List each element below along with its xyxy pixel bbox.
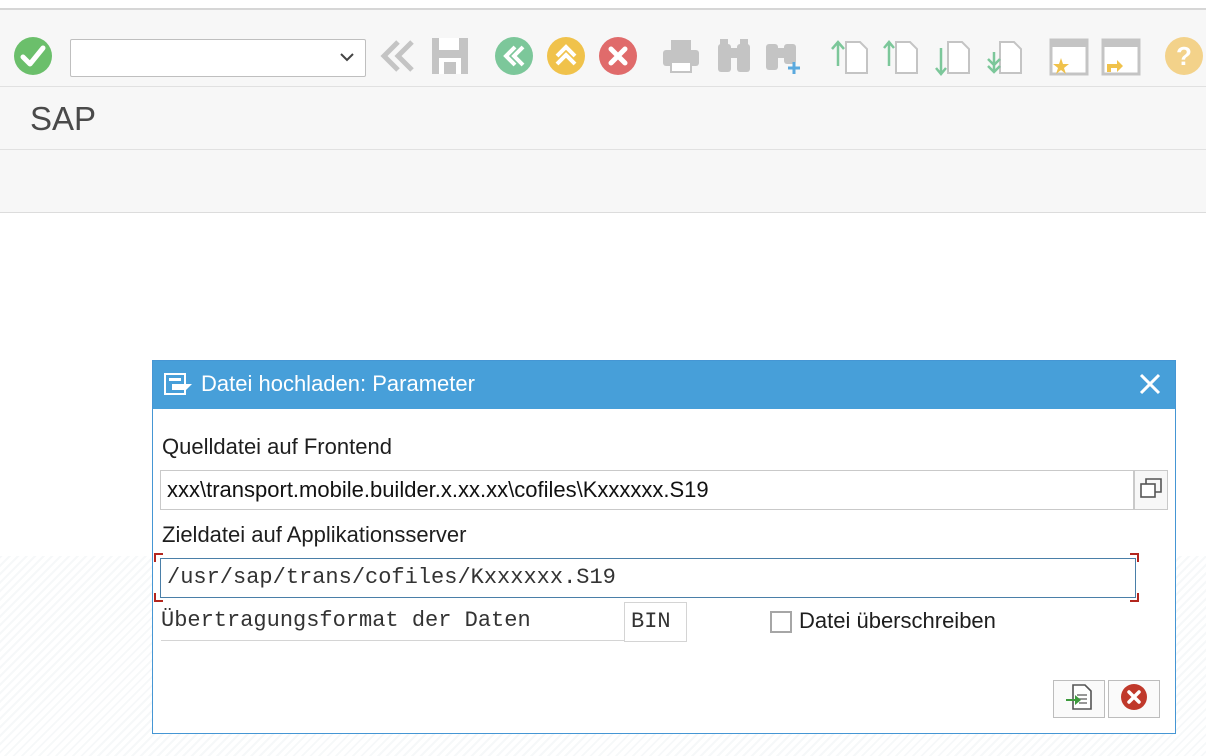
first-page-icon[interactable] [830,36,870,76]
previous-page-icon[interactable] [882,36,922,76]
create-session-icon[interactable] [1049,36,1089,76]
last-page-icon[interactable] [986,36,1026,76]
chevron-down-icon[interactable] [339,50,355,68]
overwrite-checkbox[interactable] [770,611,792,633]
value-help-button[interactable] [1134,470,1168,510]
dialog-title: Datei hochladen: Parameter [201,371,475,396]
application-toolbar [0,150,1206,213]
continue-button[interactable] [1053,680,1105,718]
shortcut-icon[interactable] [1101,36,1141,76]
dialog-window-icon [164,373,194,401]
next-page-icon[interactable] [934,36,974,76]
help-icon[interactable]: ? [1164,36,1204,76]
cancel-button[interactable] [1108,680,1160,718]
format-label: Übertragungsformat der Daten [161,602,625,641]
system-toolbar: ? [0,10,1206,87]
dialog-header: Datei hochladen: Parameter [153,361,1175,409]
cancel-icon [1120,683,1148,716]
target-file-input[interactable]: /usr/sap/trans/cofiles/Kxxxxxx.S19 [160,558,1136,598]
target-file-label: Zieldatei auf Applikationsserver [162,522,467,547]
print-icon[interactable] [661,36,701,76]
source-file-input[interactable]: xxx\transport.mobile.builder.x.xx.xx\cof… [160,470,1134,510]
command-field[interactable] [70,39,366,77]
title-bar: SAP [0,87,1206,150]
enter-icon[interactable] [13,36,53,76]
format-input[interactable]: BIN [624,602,687,642]
page-title: SAP [30,100,97,137]
cancel-icon[interactable] [598,36,638,76]
save-icon[interactable] [430,36,470,76]
overwrite-label: Datei überschreiben [799,608,996,633]
exit-icon[interactable] [546,36,586,76]
find-icon[interactable] [714,36,754,76]
close-icon[interactable] [1139,373,1161,401]
transfer-document-icon [1065,683,1093,715]
copy-icon [1139,477,1163,504]
window-top-edge [0,0,1206,10]
back-icon[interactable] [494,36,534,76]
svg-text:?: ? [1176,41,1192,71]
source-file-label: Quelldatei auf Frontend [162,434,392,459]
back-double-icon[interactable] [378,36,418,76]
upload-parameter-dialog: Datei hochladen: Parameter Quelldatei au… [152,360,1176,734]
find-next-icon[interactable] [764,36,804,76]
